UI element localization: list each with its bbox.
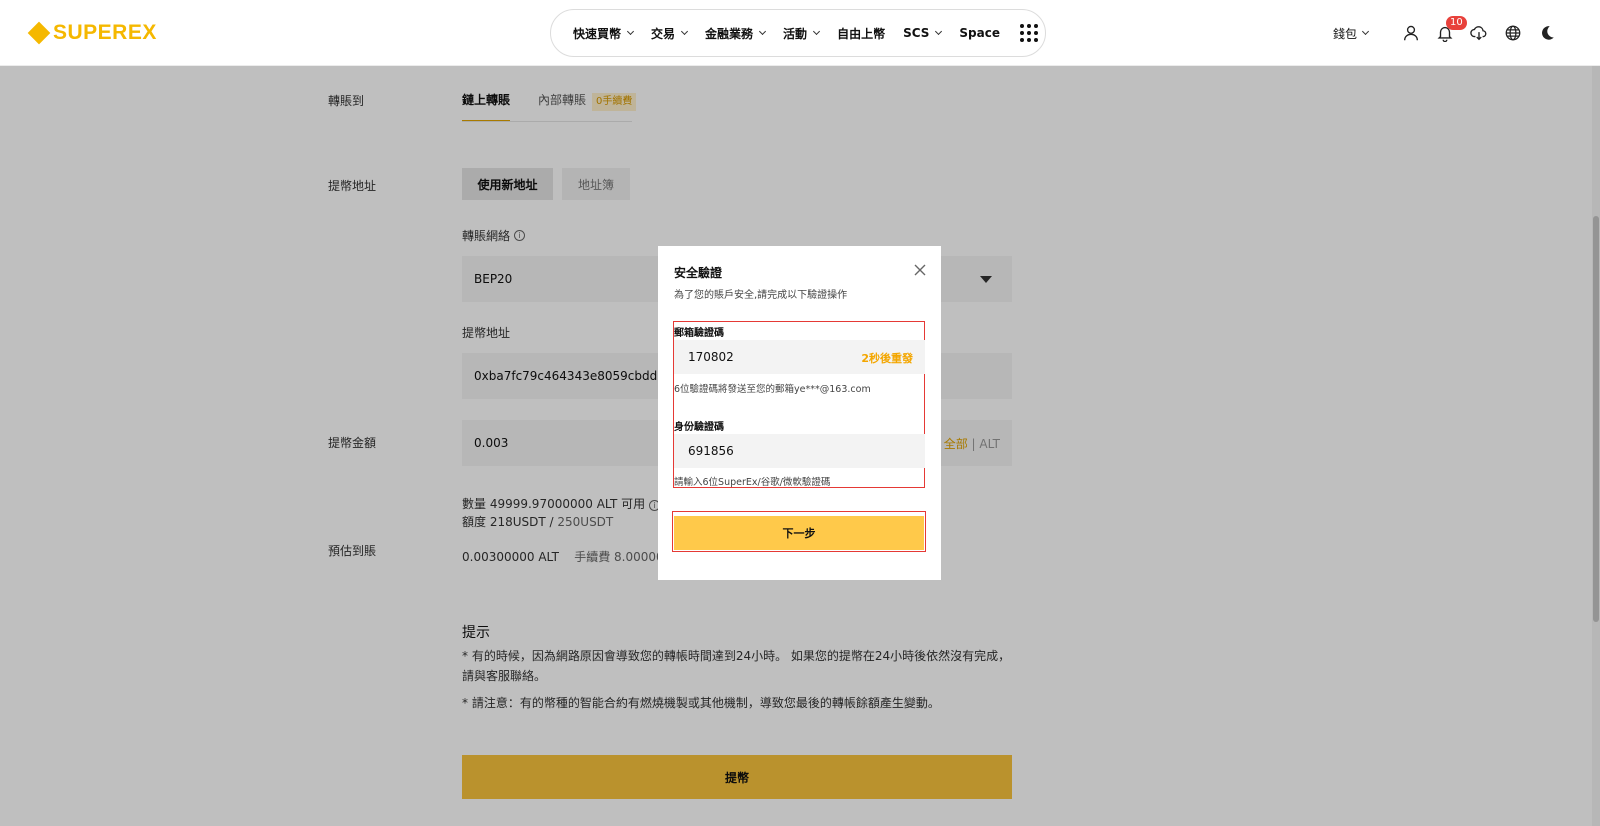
nav-label: 自由上幣 — [837, 26, 886, 41]
chevron-down-icon — [759, 27, 767, 36]
header-actions: 錢包 10 — [1332, 16, 1564, 48]
moon-icon[interactable] — [1530, 18, 1564, 48]
resend-code-button[interactable]: 2秒後重發 — [861, 350, 913, 366]
bell-icon[interactable]: 10 — [1428, 16, 1467, 48]
apps-grid-icon[interactable] — [1020, 24, 1038, 42]
chevron-down-icon — [626, 27, 635, 36]
brand-logo[interactable]: SUPEREX — [27, 20, 157, 46]
nav-label: 活動 — [783, 26, 808, 41]
main-nav: 快速買幣 交易 金融業務 活動 自由上幣 SCS Space — [550, 9, 1046, 57]
nav-label: Space — [959, 26, 1000, 40]
top-header: SUPEREX 快速買幣 交易 金融業務 活動 自由上幣 SCS Space 錢… — [0, 0, 1600, 66]
wallet-label: 錢包 — [1332, 26, 1357, 41]
nav-trade[interactable]: 交易 — [651, 25, 689, 42]
chevron-down-icon — [935, 27, 943, 36]
nav-space[interactable]: Space — [959, 26, 1000, 40]
auth-code-value: 691856 — [688, 444, 734, 458]
auth-code-help: 請輸入6位SuperEx/谷歌/微軟驗證碼 — [674, 477, 831, 488]
nav-events[interactable]: 活動 — [783, 25, 821, 42]
globe-icon[interactable] — [1496, 18, 1530, 48]
email-code-label: 郵箱驗證碼 — [674, 328, 724, 339]
nav-label: 快速買幣 — [573, 26, 622, 41]
nav-free-listing[interactable]: 自由上幣 — [837, 25, 885, 42]
chevron-down-icon — [680, 27, 689, 36]
modal-subtitle: 為了您的賬戶安全,請完成以下驗證操作 — [674, 290, 848, 301]
close-icon[interactable] — [913, 262, 927, 276]
nav-scs[interactable]: SCS — [903, 26, 943, 40]
nav-finance[interactable]: 金融業務 — [705, 25, 767, 42]
user-icon[interactable] — [1394, 18, 1428, 48]
email-code-value: 170802 — [688, 350, 734, 364]
brand-name: SUPEREX — [53, 21, 157, 44]
nav-label: 交易 — [651, 26, 676, 41]
auth-code-input[interactable]: 691856 — [674, 434, 925, 468]
email-code-input[interactable]: 170802 2秒後重發 — [674, 340, 925, 374]
logo-diamond-icon — [27, 21, 51, 45]
nav-quick-buy[interactable]: 快速買幣 — [573, 25, 635, 42]
chevron-down-icon — [813, 27, 821, 36]
nav-label: 金融業務 — [705, 26, 754, 41]
email-code-help: 6位驗證碼將發送至您的郵箱ye***@163.com — [674, 384, 871, 395]
wallet-menu[interactable]: 錢包 — [1332, 25, 1370, 42]
auth-code-label: 身份驗證碼 — [674, 422, 724, 433]
download-icon[interactable] — [1462, 18, 1496, 48]
next-step-button[interactable]: 下一步 — [674, 516, 924, 550]
modal-title: 安全驗證 — [674, 266, 723, 280]
security-verification-modal: 安全驗證 為了您的賬戶安全,請完成以下驗證操作 郵箱驗證碼 170802 2秒後… — [658, 246, 941, 580]
chevron-down-icon — [1361, 27, 1370, 36]
nav-label: SCS — [903, 26, 930, 40]
